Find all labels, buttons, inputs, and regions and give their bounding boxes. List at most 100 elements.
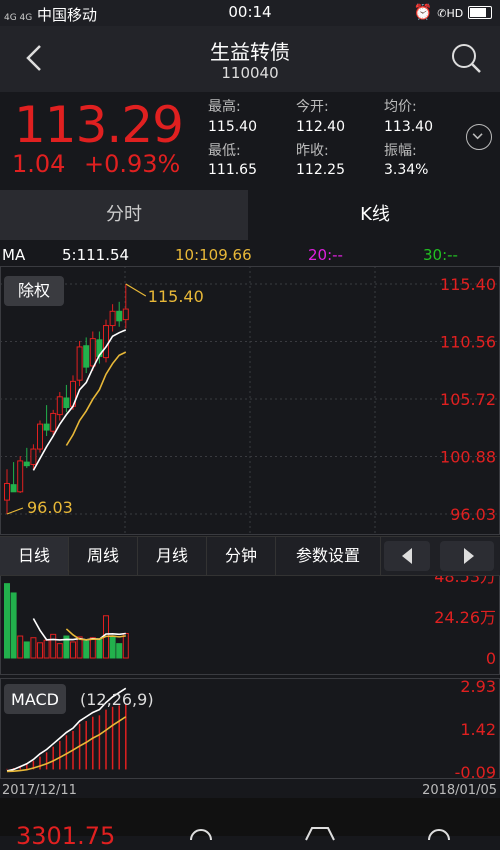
volume-bar [109,635,116,659]
prev-arrow-icon[interactable] [384,541,430,571]
stock-name: 生益转债 [210,40,290,64]
candle-body [23,461,30,467]
index-price: 3301.75 [16,822,116,850]
volume-bar [17,635,24,659]
tab-kline[interactable]: K线 [250,190,500,240]
tab-month[interactable]: 月线 [138,537,207,575]
macd-label: MACD [11,690,59,709]
battery-icon [468,6,492,19]
candle-body [122,308,129,321]
candle-body [17,460,24,493]
candle-body [63,397,70,408]
stat-label-prevclose: 昨收: [296,143,329,159]
next-arrow-icon[interactable] [440,541,494,571]
stat-value-low: 111.65 [208,162,257,178]
volume-bar [116,643,123,659]
volume-bar [70,641,76,659]
ma30-value: 30:-- [423,246,458,264]
candle-body [37,423,43,450]
price-change: 1.04 [12,150,66,178]
status-icons: ⏰ ✆HD [414,3,492,21]
stat-value-prevclose: 112.25 [296,162,345,178]
add-watchlist-icon[interactable] [302,824,338,844]
kline-chart[interactable]: 115.40 110.56 105.72 100.88 96.03 115.40 96.03… [0,266,500,798]
bottom-toolbar: 3301.75 [0,798,500,850]
volume-bar [4,583,10,659]
ma20-value: 20:-- [308,246,343,264]
high-marker-line [125,283,147,297]
volume-bar [89,637,96,659]
low-marker-line [6,507,24,515]
stat-value-amplitude: 3.34% [384,162,429,178]
stat-label-amplitude: 振幅: [384,143,417,159]
last-price: 113.29 [14,96,184,154]
hd-call-icon: ✆HD [437,7,464,20]
volume-y-tick: 0 [486,649,496,668]
volume-bar [37,642,43,659]
price-y-tick: 110.56 [440,333,496,352]
price-y-tick: 105.72 [440,390,496,409]
stat-value-open: 112.40 [296,119,345,135]
volume-bar [23,641,30,659]
macd-y-tick: 2.93 [460,677,496,696]
volume-panel-border [0,574,500,675]
ex-rights-button[interactable]: 除权 [4,276,64,306]
stat-label-avg: 均价: [384,99,417,115]
candle-body [43,423,50,431]
macd-panel-border [0,678,500,779]
candle-body [76,346,83,381]
candle-body [83,345,90,368]
volume-bar [56,643,63,659]
refresh-icon[interactable] [186,824,216,844]
candle-body [89,338,96,367]
stock-code: 110040 [221,64,279,82]
expand-chevron-icon[interactable] [466,124,492,150]
alarm-icon: ⏰ [413,3,433,21]
volume-bar [43,639,50,659]
tab-week[interactable]: 周线 [69,537,138,575]
price-y-tick: 96.03 [450,505,496,524]
stat-label-high: 最高: [208,99,241,115]
low-marker-label: 96.03 [27,498,73,517]
candle-body [50,412,57,432]
price-y-tick: 100.88 [440,448,496,467]
macd-params: (12,26,9) [80,690,154,709]
search-icon[interactable] [448,40,484,76]
date-end: 2018/01/05 [422,783,497,798]
candle-body [10,484,17,493]
macd-y-tick: 1.42 [460,720,496,739]
stat-value-avg: 113.40 [384,119,433,135]
candle-body [116,310,123,322]
ma-label: MA [2,246,26,264]
stat-value-high: 115.40 [208,119,257,135]
ma10-value: 10:109.66 [175,246,252,264]
tab-time-share[interactable]: 分时 [0,190,248,240]
tab-params[interactable]: 参数设置 [276,537,381,575]
stat-label-low: 最低: [208,143,241,159]
price-change-pct: +0.93% [84,150,181,178]
period-tabs: 日线 周线 月线 分钟 参数设置 [0,536,500,576]
ma-legend: MA 5:111.54 10:109.66 20:-- 30:-- [0,243,500,267]
high-marker-label: 115.40 [148,287,204,306]
candle-body [56,396,63,416]
volume-bar [30,637,37,659]
chart-tabs: 分时 K线 [0,190,500,240]
candle-body [30,448,37,465]
tab-day[interactable]: 日线 [0,537,69,575]
volume-bar [83,640,90,659]
volume-bar [10,592,17,659]
nav-header: 生益转债 110040 [0,26,500,92]
quote-panel: 113.29 1.04 +0.93% 最高: 115.40 今开: 112.40… [0,92,500,188]
stat-label-open: 今开: [296,99,329,115]
candle-body [4,482,10,501]
tab-minute[interactable]: 分钟 [207,537,276,575]
ma5-value: 5:111.54 [62,246,130,264]
volume-bar [50,633,57,659]
date-start: 2017/12/11 [2,783,77,798]
price-y-tick: 115.40 [440,275,496,294]
alert-icon[interactable] [424,824,454,844]
candle-body [109,310,116,327]
status-bar: 4G 4G 中国移动 00:14 ⏰ ✆HD [0,0,500,26]
volume-y-tick: 24.26万 [434,608,496,627]
candle-body [103,325,109,359]
